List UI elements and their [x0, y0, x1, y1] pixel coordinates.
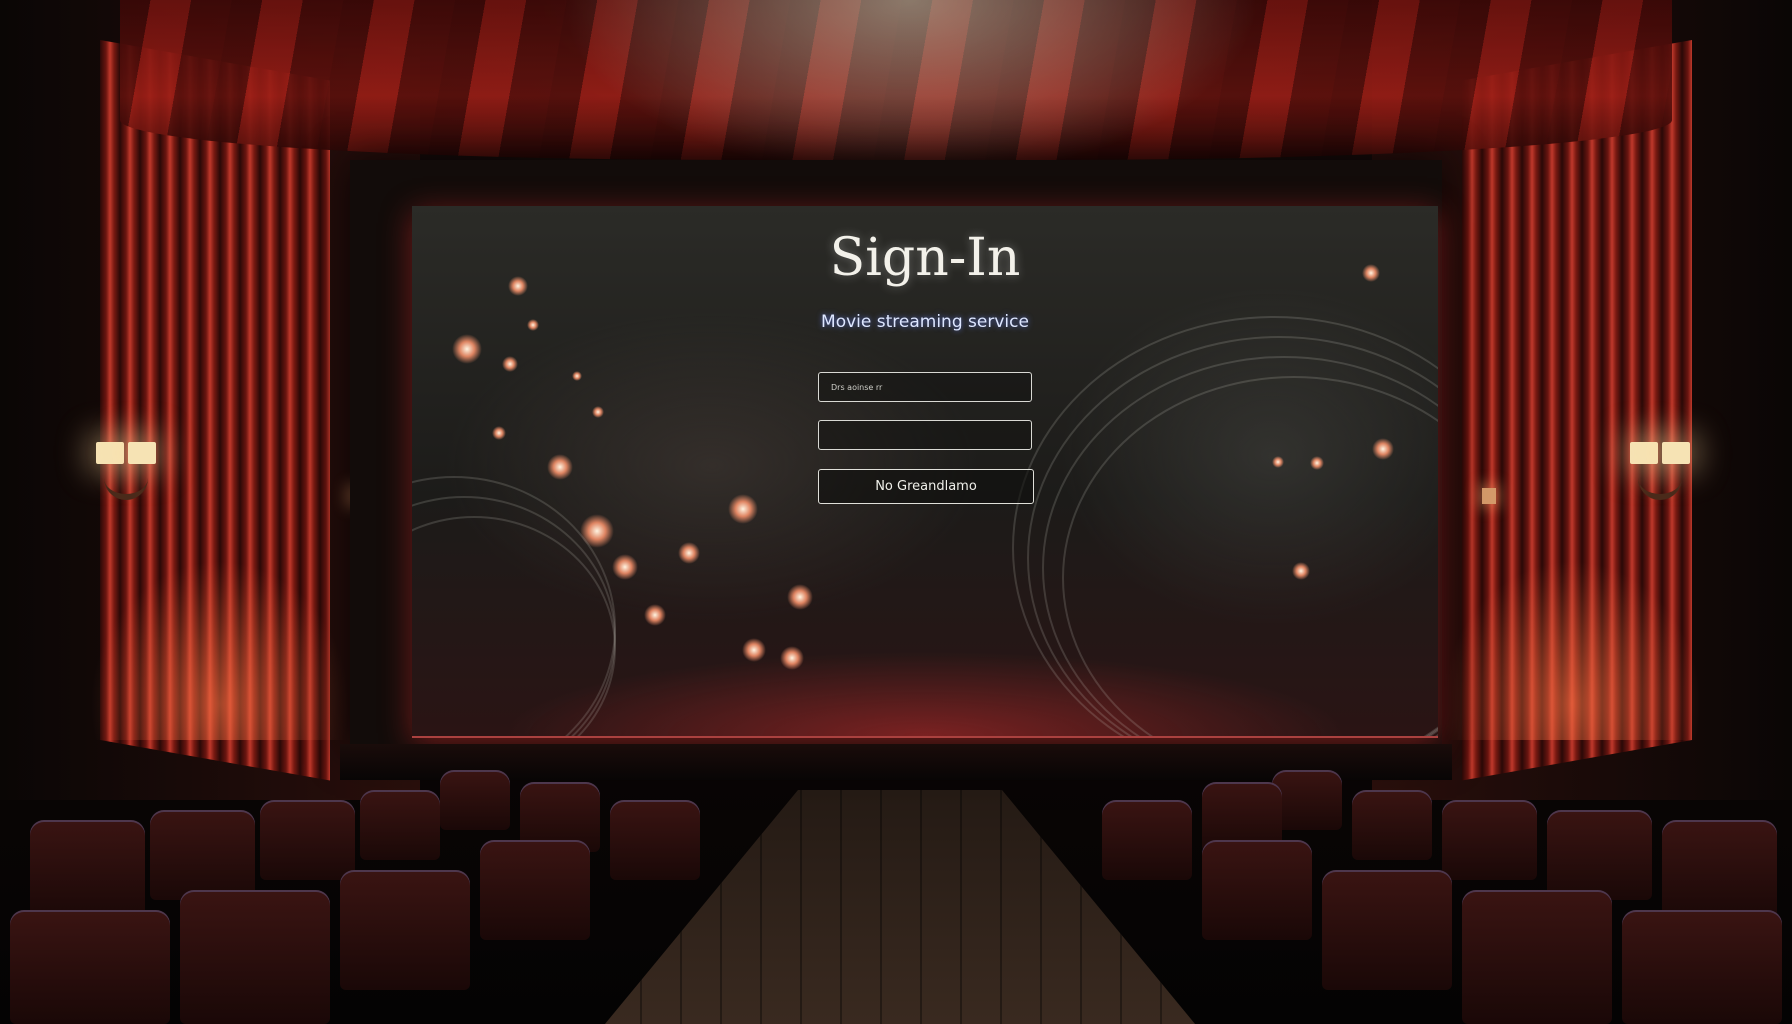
seat [480, 840, 590, 940]
page-title: Sign-In [829, 228, 1021, 288]
seat [1462, 890, 1612, 1024]
bokeh-light [547, 454, 573, 480]
sign-in-panel: Sign-In Movie streaming service [412, 226, 1438, 332]
bokeh-light [787, 584, 813, 610]
seat [10, 910, 170, 1024]
ceiling-spotlight [560, 0, 1260, 180]
seat [1442, 800, 1537, 880]
sign-in-screen: Sign-In Movie streaming service No Grean… [412, 206, 1438, 738]
seat [150, 810, 255, 900]
right-curtain-glow [1442, 560, 1702, 740]
bokeh-light [742, 638, 766, 662]
right-seating [952, 760, 1792, 1024]
right-small-light [1482, 488, 1496, 504]
seat [1272, 770, 1342, 830]
seat [1352, 790, 1432, 860]
seat [1102, 800, 1192, 880]
sign-in-button[interactable]: No Greandlamo [818, 469, 1034, 504]
seat [260, 800, 355, 880]
bokeh-light [592, 406, 604, 418]
bokeh-light [492, 426, 506, 440]
bokeh-light [678, 542, 700, 564]
seat [610, 800, 700, 880]
bokeh-light [572, 371, 582, 381]
left-curtain-glow [90, 560, 350, 740]
left-wall-sconce [94, 442, 164, 500]
bokeh-light [452, 334, 482, 364]
seat [180, 890, 330, 1024]
bokeh-light [780, 646, 804, 670]
seat [1622, 910, 1782, 1024]
seat [1322, 870, 1452, 990]
seat [30, 820, 145, 920]
left-seating [0, 760, 840, 1024]
seat [1662, 820, 1777, 920]
theater-scene: Sign-In Movie streaming service No Grean… [0, 0, 1792, 1024]
seat [440, 770, 510, 830]
right-wall-sconce [1628, 442, 1698, 500]
email-field[interactable] [818, 372, 1032, 402]
bokeh-light [612, 554, 638, 580]
service-subtitle: Movie streaming service [821, 312, 1029, 332]
bokeh-light [644, 604, 666, 626]
bokeh-light [728, 494, 758, 524]
seat [340, 870, 470, 990]
seat [1202, 840, 1312, 940]
password-field[interactable] [818, 420, 1032, 450]
bokeh-light [502, 356, 518, 372]
seat [360, 790, 440, 860]
seat [1547, 810, 1652, 900]
